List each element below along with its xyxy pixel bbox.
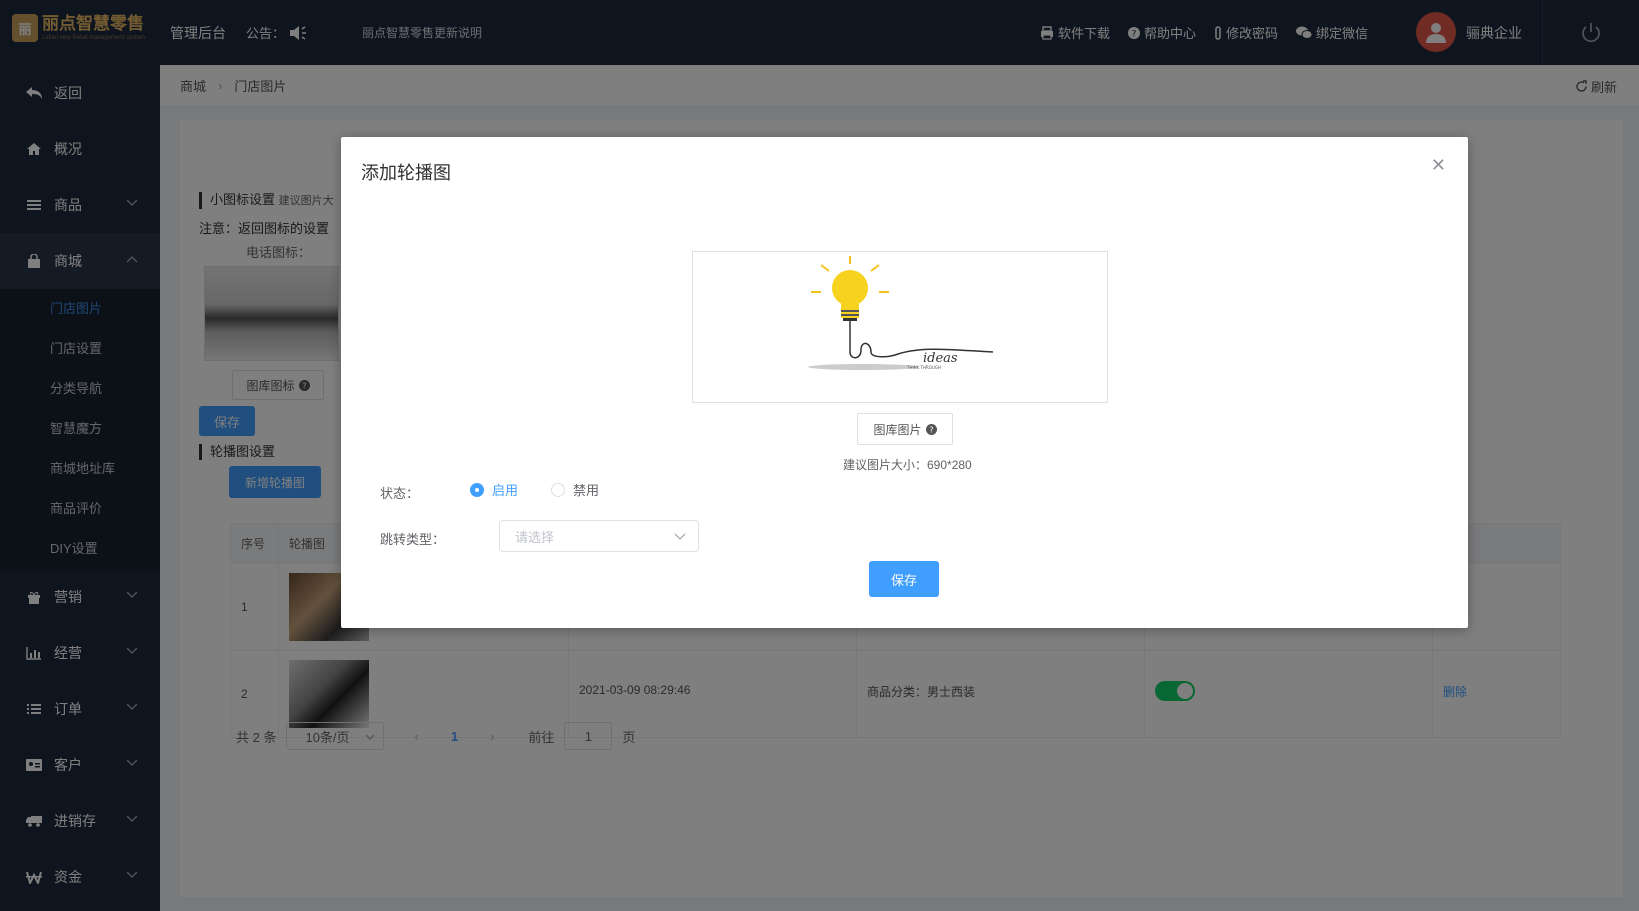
chevron-down-icon xyxy=(674,533,686,540)
preview-word: ideas xyxy=(923,351,958,366)
lightbulb-icon: ideas THINK THROUGH xyxy=(808,256,994,370)
help-icon: ? xyxy=(925,423,937,435)
add-carousel-dialog: 添加轮播图 ✕ ideas THINK THROUGH 图库图片 ? 建议图片大… xyxy=(341,137,1468,628)
svg-text:?: ? xyxy=(929,424,933,434)
image-library-button[interactable]: 图库图片 ? xyxy=(857,413,953,445)
close-icon[interactable]: ✕ xyxy=(1431,155,1446,176)
status-enable-label: 启用 xyxy=(492,483,519,498)
status-disable-radio[interactable]: 禁用 xyxy=(551,480,599,499)
status-disable-label: 禁用 xyxy=(573,483,600,498)
jump-type-label: 跳转类型： xyxy=(380,532,446,547)
radio-dot-icon xyxy=(551,482,565,497)
status-label: 状态： xyxy=(380,486,420,501)
jump-type-placeholder: 请选择 xyxy=(515,529,555,545)
dialog-title: 添加轮播图 xyxy=(361,163,451,183)
image-size-hint: 建议图片大小：690*280 xyxy=(843,458,972,472)
dialog-save-button[interactable]: 保存 xyxy=(869,561,939,597)
radio-dot-icon xyxy=(470,482,484,497)
image-preview: ideas THINK THROUGH xyxy=(692,251,1108,403)
image-library-label: 图库图片 xyxy=(873,422,922,437)
preview-sub: THINK THROUGH xyxy=(906,365,941,370)
jump-type-select[interactable]: 请选择 xyxy=(499,520,699,552)
status-enable-radio[interactable]: 启用 xyxy=(470,480,518,499)
